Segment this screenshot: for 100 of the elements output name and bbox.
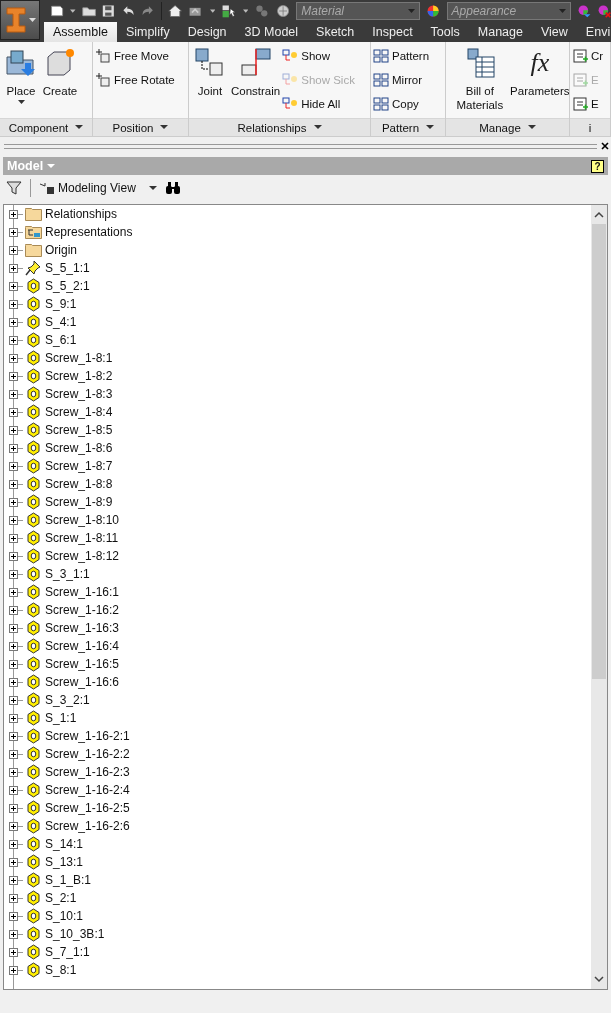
expand-icon[interactable] [9,317,18,327]
tree-item[interactable]: Screw_1-8:3 [45,387,113,401]
panel-title[interactable]: Manage [446,118,569,136]
tree-item[interactable]: Screw_1-16-2:5 [45,801,130,815]
binoculars-icon[interactable] [164,181,181,195]
tree-item[interactable]: Screw_1-16:2 [45,603,120,617]
expand-icon[interactable] [9,281,18,291]
expand-icon[interactable] [9,749,18,759]
expand-icon[interactable] [9,209,18,219]
panel-title[interactable]: Component [0,118,92,136]
expand-icon[interactable] [9,659,18,669]
expand-icon[interactable] [9,407,18,417]
ribbon-tab[interactable]: Assemble [44,22,117,42]
ribbon-button[interactable]: Show [282,45,357,67]
panel-title[interactable]: Relationships [189,118,370,136]
panel-title[interactable]: Pattern [371,118,445,136]
tree-item[interactable]: Screw_1-8:10 [45,513,120,527]
tree-item[interactable]: S_10:1 [45,909,84,923]
ribbon-button[interactable]: Pattern [373,45,432,67]
ribbon-button[interactable]: Create [41,45,79,118]
tree-item[interactable]: S_1_B:1 [45,873,92,887]
tree-item[interactable]: Relationships [45,207,118,221]
expand-icon[interactable] [9,965,18,975]
expand-icon[interactable] [9,857,18,867]
ribbon-button[interactable]: fx Parameters [512,45,567,118]
expand-icon[interactable] [9,875,18,885]
expand-icon[interactable] [9,803,18,813]
ribbon-tab[interactable]: Tools [421,22,469,42]
expand-icon[interactable] [9,497,18,507]
expand-icon[interactable] [9,767,18,777]
tree-item[interactable]: S_3_1:1 [45,567,90,581]
view-dropdown[interactable]: Modeling View [39,181,157,195]
save-icon[interactable] [101,3,115,19]
expand-icon[interactable] [9,353,18,363]
tree-item[interactable]: S_3_2:1 [45,693,90,707]
expand-icon[interactable] [9,641,18,651]
expand-icon[interactable] [9,587,18,597]
scroll-up-icon[interactable] [594,211,604,218]
tree-item[interactable]: S_6:1 [45,333,77,347]
ribbon-tab[interactable]: Manage [468,22,532,42]
scrollbar-thumb[interactable] [592,224,606,679]
tree-item[interactable]: S_9:1 [45,297,77,311]
tree-item[interactable]: S_1:1 [45,711,77,725]
caret-icon[interactable] [209,8,216,14]
expand-icon[interactable] [9,227,18,237]
ribbon-button[interactable]: Mirror [373,69,432,91]
ribbon-tab[interactable]: View [532,22,577,42]
tree-item[interactable]: S_13:1 [45,855,84,869]
expand-icon[interactable] [9,371,18,381]
tree-item[interactable]: Screw_1-8:11 [45,531,119,545]
expand-icon[interactable] [9,893,18,903]
tree-item[interactable]: Screw_1-8:1 [45,351,113,365]
ribbon-tab[interactable]: Sketch [307,22,364,42]
tree-item[interactable]: Screw_1-8:12 [45,549,120,563]
ribbon-tab[interactable]: Simplify [116,22,179,42]
scroll-down-icon[interactable] [594,976,604,983]
ribbon-button[interactable]: Free Move [95,45,177,67]
ribbon-button[interactable]: Copy [373,93,432,115]
expand-icon[interactable] [9,677,18,687]
expand-icon[interactable] [9,605,18,615]
application-menu-button[interactable] [0,0,40,40]
tree-item[interactable]: Screw_1-8:9 [45,495,113,509]
ribbon-button[interactable]: Place [2,45,40,118]
expand-icon[interactable] [9,947,18,957]
filter-icon[interactable] [6,180,22,196]
ribbon-button[interactable]: Joint [191,45,229,118]
tree-item[interactable]: Screw_1-16-2:2 [45,747,130,761]
tree-item[interactable]: S_2:1 [45,891,77,905]
tree-item[interactable]: S_14:1 [45,837,84,851]
expand-icon[interactable] [9,551,18,561]
caret-icon[interactable] [70,8,76,14]
expand-icon[interactable] [9,911,18,921]
panel-title[interactable]: Position [93,118,188,136]
sphere-icon[interactable] [276,2,291,20]
expand-icon[interactable] [9,569,18,579]
ribbon-tab[interactable]: Inspect [363,22,422,42]
close-icon[interactable] [601,142,609,150]
tree-item[interactable]: Screw_1-16:4 [45,639,120,653]
ribbon-tab[interactable]: 3D Model [235,22,308,42]
expand-icon[interactable] [9,245,18,255]
tree-item[interactable]: S_8:1 [45,963,77,977]
expand-icon[interactable] [9,263,18,273]
ribbon-button[interactable]: Constrain [230,45,282,118]
expand-icon[interactable] [9,695,18,705]
tree-item[interactable]: S_5_1:1 [45,261,90,275]
expand-icon[interactable] [9,731,18,741]
tree-item[interactable]: Screw_1-16-2:4 [45,783,130,797]
tree-item[interactable]: Screw_1-16-2:1 [45,729,130,743]
expand-icon[interactable] [9,623,18,633]
tree-item[interactable]: Screw_1-16:1 [45,585,120,599]
expand-icon[interactable] [9,389,18,399]
tree-item[interactable]: Representations [45,225,133,239]
select-icon[interactable] [221,2,237,20]
expand-icon[interactable] [9,425,18,435]
ribbon-button[interactable]: Cr [572,45,606,67]
ribbon-button[interactable]: Bill of Materials [448,45,512,118]
expand-icon[interactable] [9,515,18,525]
expand-icon[interactable] [9,821,18,831]
expand-icon[interactable] [9,533,18,543]
tree-item[interactable]: Screw_1-8:8 [45,477,113,491]
